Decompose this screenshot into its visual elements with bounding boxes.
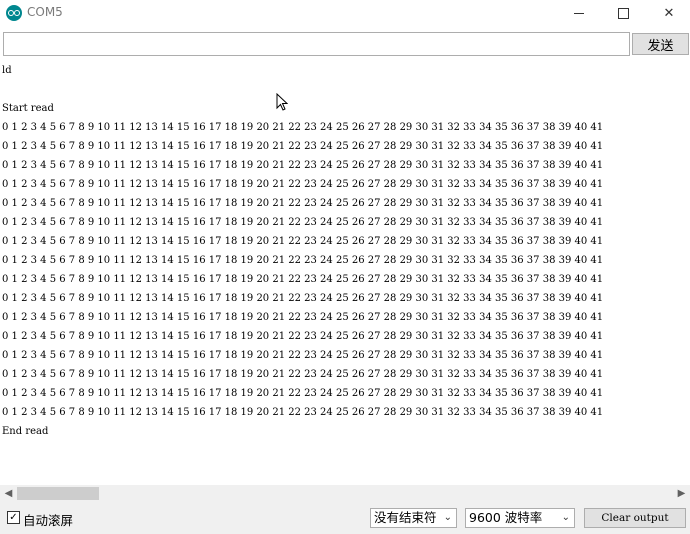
baud-rate-value: 9600 波特率 bbox=[469, 510, 543, 525]
autoscroll-checkbox[interactable]: ✓ bbox=[7, 511, 20, 524]
output-line: End read bbox=[2, 426, 49, 437]
output-line: 0 1 2 3 4 5 6 7 8 9 10 11 12 13 14 15 16… bbox=[2, 274, 604, 285]
window-title: COM5 bbox=[27, 5, 63, 19]
send-button[interactable]: 发送 bbox=[632, 33, 689, 55]
scrollbar-thumb[interactable] bbox=[17, 487, 99, 500]
minimize-button[interactable] bbox=[556, 0, 602, 26]
output-line: 0 1 2 3 4 5 6 7 8 9 10 11 12 13 14 15 16… bbox=[2, 388, 604, 399]
line-ending-select[interactable]: 没有结束符 ⌄ bbox=[370, 508, 457, 528]
horizontal-scrollbar[interactable]: ◀ ▶ bbox=[0, 485, 690, 502]
line-ending-value: 没有结束符 bbox=[374, 510, 437, 525]
close-icon: ✕ bbox=[663, 5, 675, 21]
mouse-pointer-icon bbox=[276, 93, 288, 111]
maximize-button[interactable] bbox=[600, 0, 646, 26]
maximize-icon bbox=[617, 7, 629, 19]
send-input[interactable] bbox=[3, 32, 630, 56]
minimize-icon bbox=[574, 12, 584, 14]
chevron-down-icon: ⌄ bbox=[443, 512, 452, 523]
clear-output-button[interactable]: Clear output bbox=[584, 508, 686, 528]
output-line: 0 1 2 3 4 5 6 7 8 9 10 11 12 13 14 15 16… bbox=[2, 350, 604, 361]
output-line: 0 1 2 3 4 5 6 7 8 9 10 11 12 13 14 15 16… bbox=[2, 198, 604, 209]
check-icon: ✓ bbox=[9, 512, 18, 523]
chevron-left-icon[interactable]: ◀ bbox=[0, 485, 17, 502]
output-line: Start read bbox=[2, 103, 54, 114]
output-line: 0 1 2 3 4 5 6 7 8 9 10 11 12 13 14 15 16… bbox=[2, 122, 604, 133]
output-line: 0 1 2 3 4 5 6 7 8 9 10 11 12 13 14 15 16… bbox=[2, 160, 604, 171]
chevron-right-icon[interactable]: ▶ bbox=[673, 485, 690, 502]
output-line: 0 1 2 3 4 5 6 7 8 9 10 11 12 13 14 15 16… bbox=[2, 331, 604, 342]
output-line: ld bbox=[2, 65, 12, 76]
close-button[interactable]: ✕ bbox=[646, 0, 690, 26]
output-line: 0 1 2 3 4 5 6 7 8 9 10 11 12 13 14 15 16… bbox=[2, 255, 604, 266]
output-line: 0 1 2 3 4 5 6 7 8 9 10 11 12 13 14 15 16… bbox=[2, 293, 604, 304]
output-line: 0 1 2 3 4 5 6 7 8 9 10 11 12 13 14 15 16… bbox=[2, 369, 604, 380]
output-line: 0 1 2 3 4 5 6 7 8 9 10 11 12 13 14 15 16… bbox=[2, 141, 604, 152]
autoscroll-label: 自动滚屏 bbox=[23, 513, 74, 528]
output-line: 0 1 2 3 4 5 6 7 8 9 10 11 12 13 14 15 16… bbox=[2, 217, 604, 228]
chevron-down-icon: ⌄ bbox=[561, 512, 570, 523]
output-line: 0 1 2 3 4 5 6 7 8 9 10 11 12 13 14 15 16… bbox=[2, 312, 604, 323]
baud-rate-select[interactable]: 9600 波特率 ⌄ bbox=[465, 508, 575, 528]
title-bar: COM5 ✕ bbox=[0, 0, 690, 26]
arduino-icon bbox=[6, 5, 22, 21]
output-line: 0 1 2 3 4 5 6 7 8 9 10 11 12 13 14 15 16… bbox=[2, 236, 604, 247]
output-line: 0 1 2 3 4 5 6 7 8 9 10 11 12 13 14 15 16… bbox=[2, 179, 604, 190]
serial-output[interactable]: ld Start read 0 1 2 3 4 5 6 7 8 9 10 11 12… bbox=[2, 64, 690, 484]
output-line: 0 1 2 3 4 5 6 7 8 9 10 11 12 13 14 15 16… bbox=[2, 407, 604, 418]
